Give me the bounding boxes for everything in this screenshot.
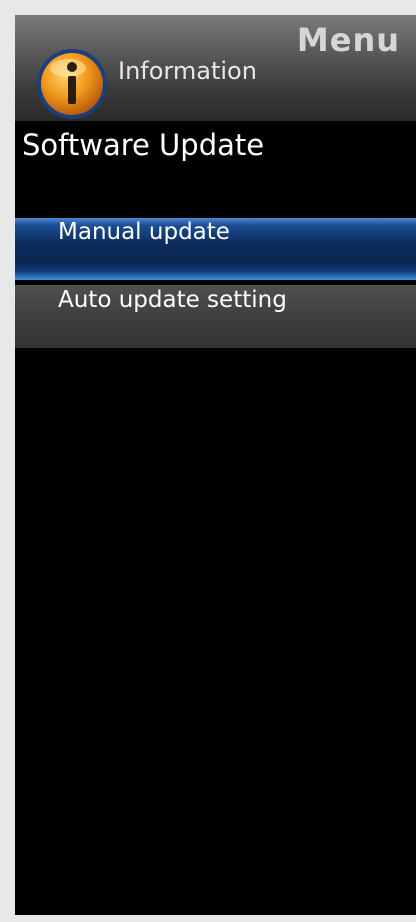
menu-header: Menu Information <box>15 15 416 121</box>
information-icon <box>37 49 107 119</box>
page-title: Software Update <box>22 128 265 162</box>
category-label: Information <box>118 57 257 85</box>
menu-item-manual-update[interactable]: Manual update <box>15 218 416 280</box>
tv-menu-screen: Menu Information Software Update Manual … <box>15 15 416 915</box>
menu-item-label: Manual update <box>58 219 230 245</box>
menu-item-auto-update-setting[interactable]: Auto update setting <box>15 285 416 348</box>
menu-item-label: Auto update setting <box>58 287 287 313</box>
menu-title: Menu <box>296 21 400 59</box>
